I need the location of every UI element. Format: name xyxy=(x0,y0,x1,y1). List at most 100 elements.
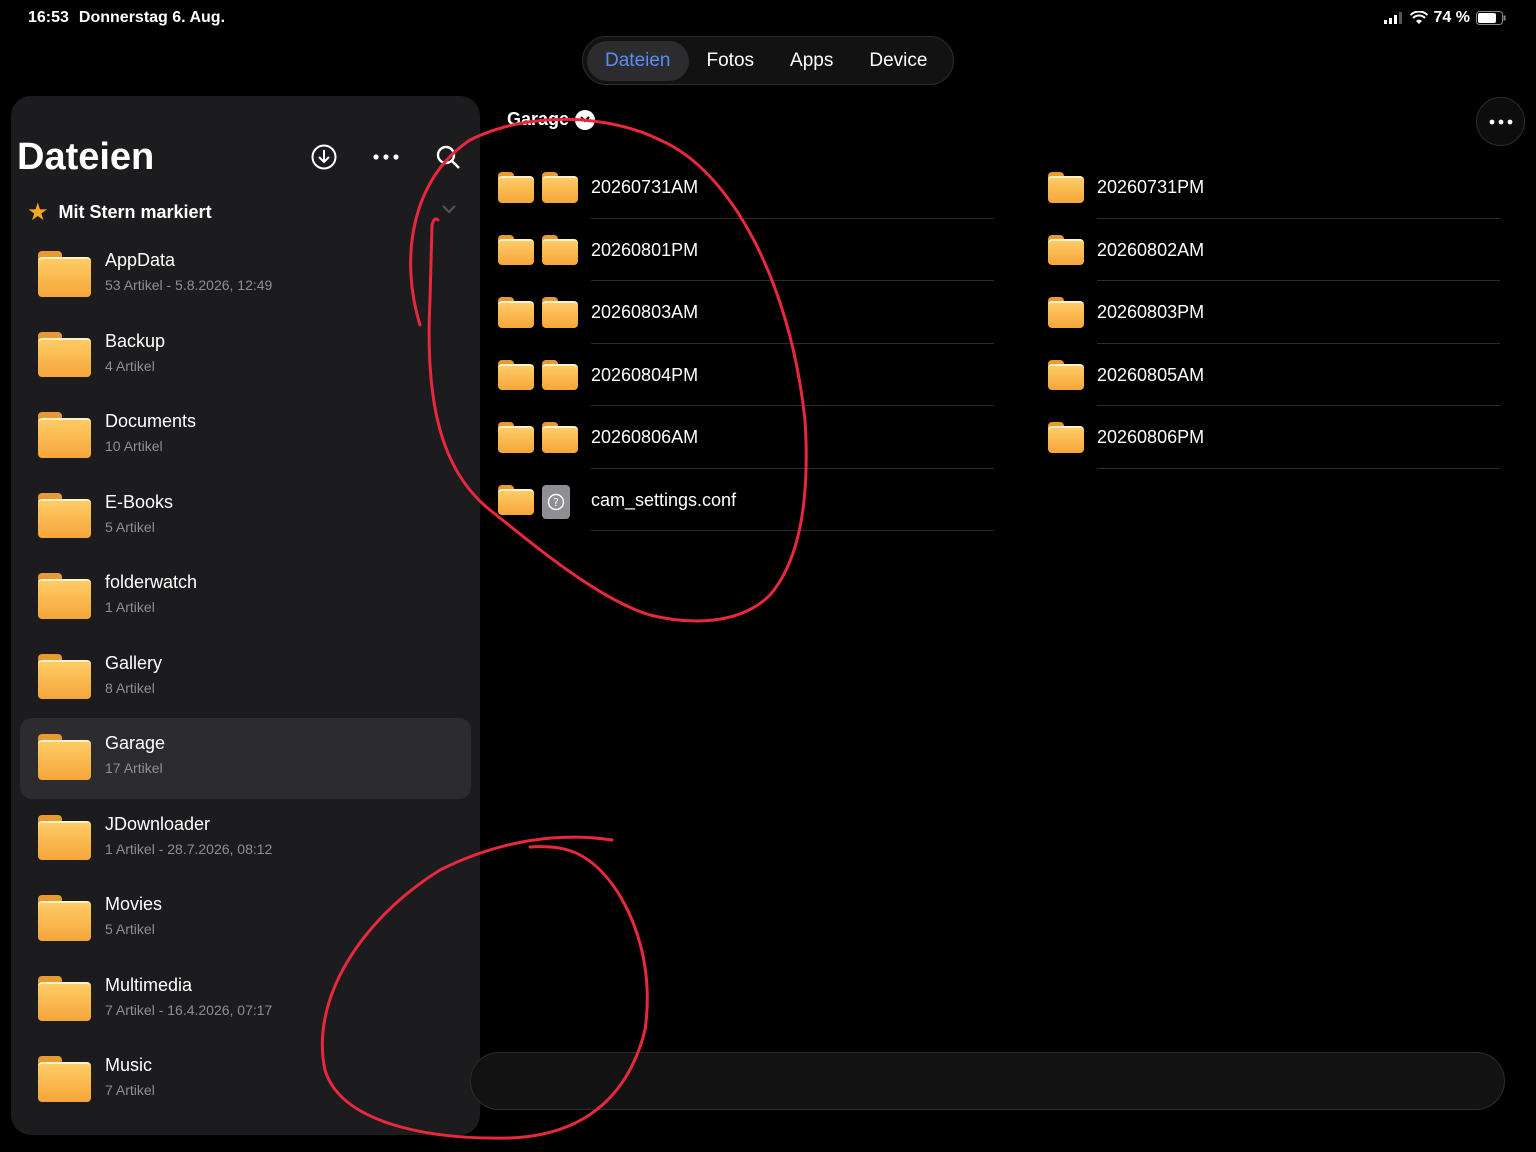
folder-icon xyxy=(498,297,534,328)
wifi-icon xyxy=(1409,11,1428,24)
folder-icon xyxy=(38,251,91,297)
battery-percent: 74 % xyxy=(1433,9,1470,26)
item-name: cam_settings.conf xyxy=(591,489,737,510)
folder-row[interactable]: 20260803AM xyxy=(498,281,994,344)
folder-icon xyxy=(542,234,578,266)
sidebar-item-name: folderwatch xyxy=(105,572,198,592)
tab-fotos[interactable]: Fotos xyxy=(689,41,773,81)
favorites-label: Mit Stern markiert xyxy=(58,202,212,222)
row-icons xyxy=(1048,359,1084,391)
bottom-toolbar xyxy=(470,1052,1505,1110)
chevron-down-icon xyxy=(575,109,596,130)
folder-icon xyxy=(38,734,91,780)
folder-row[interactable]: 20260805AM xyxy=(1048,344,1500,406)
folder-icon xyxy=(38,1056,91,1102)
item-name: 20260803AM xyxy=(591,302,699,322)
breadcrumb-label: Garage xyxy=(507,109,570,129)
sidebar-title: Dateien xyxy=(17,136,155,178)
tab-device[interactable]: Device xyxy=(851,41,945,81)
folder-row[interactable]: 20260806PM xyxy=(1048,406,1500,469)
breadcrumb[interactable]: Garage xyxy=(507,109,596,130)
top-tab-bar: Dateien Fotos Apps Device xyxy=(582,36,954,85)
sidebar-item-name: Documents xyxy=(105,411,197,431)
battery-icon xyxy=(1476,11,1506,25)
sidebar: Dateien ★ Mit Stern markiert AppData 53 A… xyxy=(11,96,480,1135)
folder-icon xyxy=(542,297,578,328)
file-column-right: 20260731PM 20260802AM 20260803PM 20260805AM… xyxy=(1048,156,1500,469)
sidebar-item-multimedia[interactable]: Multimedia 7 Artikel - 16.4.2026, 07:17 xyxy=(20,960,471,1041)
item-name: 20260806PM xyxy=(1097,427,1205,447)
sidebar-item-name: JDownloader xyxy=(105,813,211,834)
sidebar-item-gallery[interactable]: Gallery 8 Artikel xyxy=(20,638,471,719)
download-circle-icon[interactable] xyxy=(309,142,339,172)
row-icons xyxy=(1048,297,1084,328)
file-row[interactable]: ? cam_settings.conf xyxy=(498,469,994,531)
sidebar-item-e-books[interactable]: E-Books 5 Artikel xyxy=(20,477,471,558)
signal-icon xyxy=(1383,12,1402,24)
sidebar-item-meta: 1 Artikel - 28.7.2026, 08:12 xyxy=(105,840,273,857)
sidebar-item-backup[interactable]: Backup 4 Artikel xyxy=(20,316,471,397)
folder-icon xyxy=(498,234,534,266)
sidebar-item-meta: 5 Artikel xyxy=(105,518,155,535)
row-divider xyxy=(591,530,994,531)
folder-row[interactable]: 20260803PM xyxy=(1048,281,1500,344)
folder-row[interactable]: 20260731AM xyxy=(498,156,994,219)
sidebar-item-jdownloader[interactable]: JDownloader 1 Artikel - 28.7.2026, 08:12 xyxy=(20,799,471,880)
star-icon: ★ xyxy=(27,199,49,226)
folder-icon xyxy=(498,422,534,453)
folder-icon xyxy=(38,492,91,539)
folder-icon xyxy=(1048,422,1084,453)
sidebar-item-meta: 5 Artikel xyxy=(105,921,155,937)
sidebar-item-name: Gallery xyxy=(105,652,163,673)
folder-row[interactable]: 20260802AM xyxy=(1048,219,1500,281)
sidebar-item-folderwatch[interactable]: folderwatch 1 Artikel xyxy=(20,557,471,638)
more-options-button[interactable] xyxy=(1476,97,1525,146)
folder-icon xyxy=(542,172,578,203)
folder-row[interactable]: 20260731PM xyxy=(1048,156,1500,219)
item-name: 20260805AM xyxy=(1097,364,1205,385)
folder-icon xyxy=(38,814,91,861)
status-date: Donnerstag 6. Aug. xyxy=(78,9,226,26)
status-time: 16:53 xyxy=(28,9,69,26)
sidebar-item-garage[interactable]: Garage 17 Artikel xyxy=(20,718,471,799)
folder-icon xyxy=(498,484,534,516)
chevron-down-icon[interactable] xyxy=(441,198,457,219)
sidebar-item-meta: 4 Artikel xyxy=(105,357,155,374)
sidebar-item-name: Music xyxy=(105,1055,153,1075)
folder-icon xyxy=(498,172,534,203)
item-name: 20260804PM xyxy=(591,364,699,385)
folder-icon xyxy=(542,422,578,453)
item-name: 20260803PM xyxy=(1097,302,1205,322)
ellipsis-icon[interactable] xyxy=(371,142,401,172)
item-name: 20260731AM xyxy=(591,177,699,197)
sidebar-item-appdata[interactable]: AppData 53 Artikel - 5.8.2026, 12:49 xyxy=(20,235,471,316)
sidebar-item-name: Multimedia xyxy=(105,974,193,995)
sidebar-item-meta: 7 Artikel xyxy=(105,1082,155,1098)
sidebar-item-movies[interactable]: Movies 5 Artikel xyxy=(20,879,471,960)
sidebar-item-name: Garage xyxy=(105,733,166,753)
tab-dateien[interactable]: Dateien xyxy=(587,40,689,81)
folder-icon xyxy=(38,573,91,619)
item-name: 20260731PM xyxy=(1097,177,1205,197)
search-icon[interactable] xyxy=(433,142,463,172)
folder-icon xyxy=(38,975,91,1022)
folder-icon xyxy=(542,359,578,391)
sidebar-item-documents[interactable]: Documents 10 Artikel xyxy=(20,396,471,477)
folder-row[interactable]: 20260801PM xyxy=(498,219,994,281)
svg-text:?: ? xyxy=(553,496,559,509)
sidebar-item-meta: 8 Artikel xyxy=(105,679,155,696)
tab-apps[interactable]: Apps xyxy=(772,41,851,81)
sidebar-folder-list: AppData 53 Artikel - 5.8.2026, 12:49 Backu… xyxy=(20,235,471,1121)
ellipsis-icon xyxy=(1489,119,1512,124)
folder-icon xyxy=(1048,172,1084,203)
sidebar-item-music[interactable]: Music 7 Artikel xyxy=(20,1040,471,1121)
sidebar-item-name: Backup xyxy=(105,330,166,351)
folder-icon xyxy=(38,895,91,941)
row-icons xyxy=(498,422,578,453)
favorites-header[interactable]: ★ Mit Stern markiert xyxy=(27,198,457,227)
status-bar-right: 74 % xyxy=(1383,9,1506,27)
folder-icon xyxy=(1048,297,1084,328)
folder-row[interactable]: 20260804PM xyxy=(498,344,994,406)
folder-row[interactable]: 20260806AM xyxy=(498,406,994,469)
row-icons xyxy=(1048,422,1084,453)
